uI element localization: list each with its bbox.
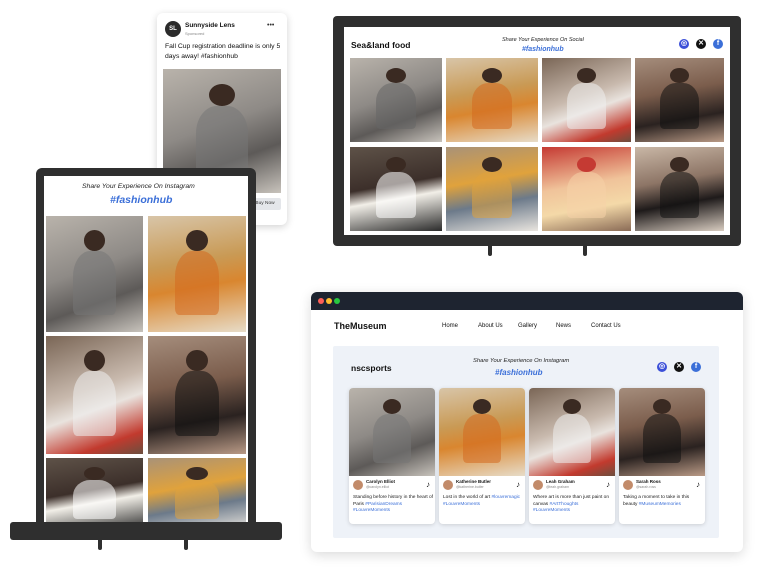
post-card-author[interactable]: Katherine Butler	[456, 479, 491, 484]
tiktok-icon[interactable]: ♪	[606, 480, 610, 489]
tablet-gallery-photo[interactable]	[148, 458, 246, 530]
post-card[interactable]: Sarah Ross @sarah.ross ♪ Taking a moment…	[619, 388, 705, 524]
tv-gallery-photo[interactable]	[446, 58, 538, 142]
post-card[interactable]: Carolyn Elliot @carolyn.elliot ♪ Standin…	[349, 388, 435, 524]
tv-brand-title: Sea&land food	[351, 40, 411, 50]
post-card-caption: Standing before history in the heart of …	[353, 495, 433, 513]
tv-gallery-photo[interactable]	[635, 147, 724, 231]
avatar[interactable]	[623, 480, 633, 490]
post-card-handle: @sarah.ross	[636, 485, 656, 489]
tv-hashtag: #fashionhub	[522, 46, 564, 53]
close-dot-icon[interactable]	[318, 298, 324, 304]
post-card-author[interactable]: Sarah Ross	[636, 479, 661, 484]
post-card-author[interactable]: Carolyn Elliot	[366, 479, 395, 484]
nav-contact-us[interactable]: Contact Us	[591, 323, 621, 329]
post-card-author[interactable]: Leah Graham	[546, 479, 575, 484]
tv-leg-left	[488, 246, 492, 256]
widget-tagline: Share Your Experience On Instagram	[473, 358, 570, 364]
widget-brand: nscsports	[351, 363, 392, 373]
tablet-gallery-photo[interactable]	[148, 216, 246, 332]
browser-window: TheMuseum Home About Us Gallery News Con…	[311, 292, 743, 552]
tablet-hashtag: #fashionhub	[110, 194, 173, 206]
post-sponsored-label: Sponsored	[185, 31, 205, 36]
tablet-gallery-photo[interactable]	[46, 336, 143, 454]
post-account-name[interactable]: Sunnyside Lens	[185, 22, 235, 29]
more-options-icon[interactable]: •••	[267, 22, 274, 29]
nav-about-us[interactable]: About Us	[478, 323, 503, 329]
post-card[interactable]: Katherine Butler @katherine.butler ♪ Los…	[439, 388, 525, 524]
instagram-icon[interactable]: ◎	[679, 39, 689, 49]
tiktok-icon[interactable]: ♪	[696, 480, 700, 489]
post-avatar[interactable]: SL	[165, 21, 181, 37]
x-icon[interactable]: ✕	[674, 362, 684, 372]
avatar[interactable]	[353, 480, 363, 490]
post-card[interactable]: Leah Graham @leah.graham ♪ Where art is …	[529, 388, 615, 524]
facebook-icon[interactable]: f	[713, 39, 723, 49]
tablet-screen: Share Your Experience On Instagram #fash…	[44, 176, 248, 530]
maximize-dot-icon[interactable]	[334, 298, 340, 304]
tiktok-icon[interactable]: ♪	[516, 480, 520, 489]
nav-home[interactable]: Home	[442, 323, 458, 329]
tablet-stand	[10, 522, 282, 540]
tablet-gallery-photo[interactable]	[148, 336, 246, 454]
tablet-tagline: Share Your Experience On Instagram	[82, 183, 195, 190]
post-card-photo[interactable]	[529, 388, 615, 476]
minimize-dot-icon[interactable]	[326, 298, 332, 304]
tv-gallery-photo[interactable]	[542, 147, 631, 231]
avatar[interactable]	[533, 480, 543, 490]
tv-display: Sea&land food Share Your Experience On S…	[333, 16, 741, 246]
tiktok-icon[interactable]: ♪	[426, 480, 430, 489]
post-card-photo[interactable]	[619, 388, 705, 476]
nav-news[interactable]: News	[556, 323, 571, 329]
stand-leg-left	[98, 540, 102, 550]
post-card-handle: @leah.graham	[546, 485, 570, 489]
post-card-photo[interactable]	[349, 388, 435, 476]
tv-tagline: Share Your Experience On Social	[502, 37, 584, 43]
post-card-handle: @katherine.butler	[456, 485, 484, 489]
post-caption: Fall Cup registration deadline is only 5…	[165, 43, 281, 60]
tv-gallery-photo[interactable]	[350, 58, 442, 142]
post-card-photo[interactable]	[439, 388, 525, 476]
avatar[interactable]	[443, 480, 453, 490]
post-card-caption: Lost in the world of art #louvremagic #L…	[443, 495, 521, 507]
nav-gallery[interactable]: Gallery	[518, 323, 537, 329]
tv-leg-right	[583, 246, 587, 256]
tv-screen: Sea&land food Share Your Experience On S…	[344, 27, 730, 235]
tablet-display: Share Your Experience On Instagram #fash…	[36, 168, 256, 530]
x-icon[interactable]: ✕	[696, 39, 706, 49]
facebook-icon[interactable]: f	[691, 362, 701, 372]
tv-gallery-photo[interactable]	[542, 58, 631, 142]
tablet-gallery-photo[interactable]	[46, 458, 143, 530]
tablet-gallery-photo[interactable]	[46, 216, 143, 332]
post-card-caption: Where art is more than just paint on can…	[533, 495, 609, 513]
widget-hashtag: #fashionhub	[495, 368, 543, 377]
tv-gallery-photo[interactable]	[350, 147, 442, 231]
tv-gallery-photo[interactable]	[446, 147, 538, 231]
browser-title-bar	[311, 292, 743, 310]
post-card-handle: @carolyn.elliot	[366, 485, 390, 489]
instagram-icon[interactable]: ◎	[657, 362, 667, 372]
stand-leg-right	[184, 540, 188, 550]
site-logo[interactable]: TheMuseum	[334, 321, 387, 331]
social-widget: nscsports Share Your Experience On Insta…	[333, 346, 719, 538]
post-card-caption: Taking a moment to take in this beauty #…	[623, 495, 690, 507]
tv-gallery-photo[interactable]	[635, 58, 724, 142]
